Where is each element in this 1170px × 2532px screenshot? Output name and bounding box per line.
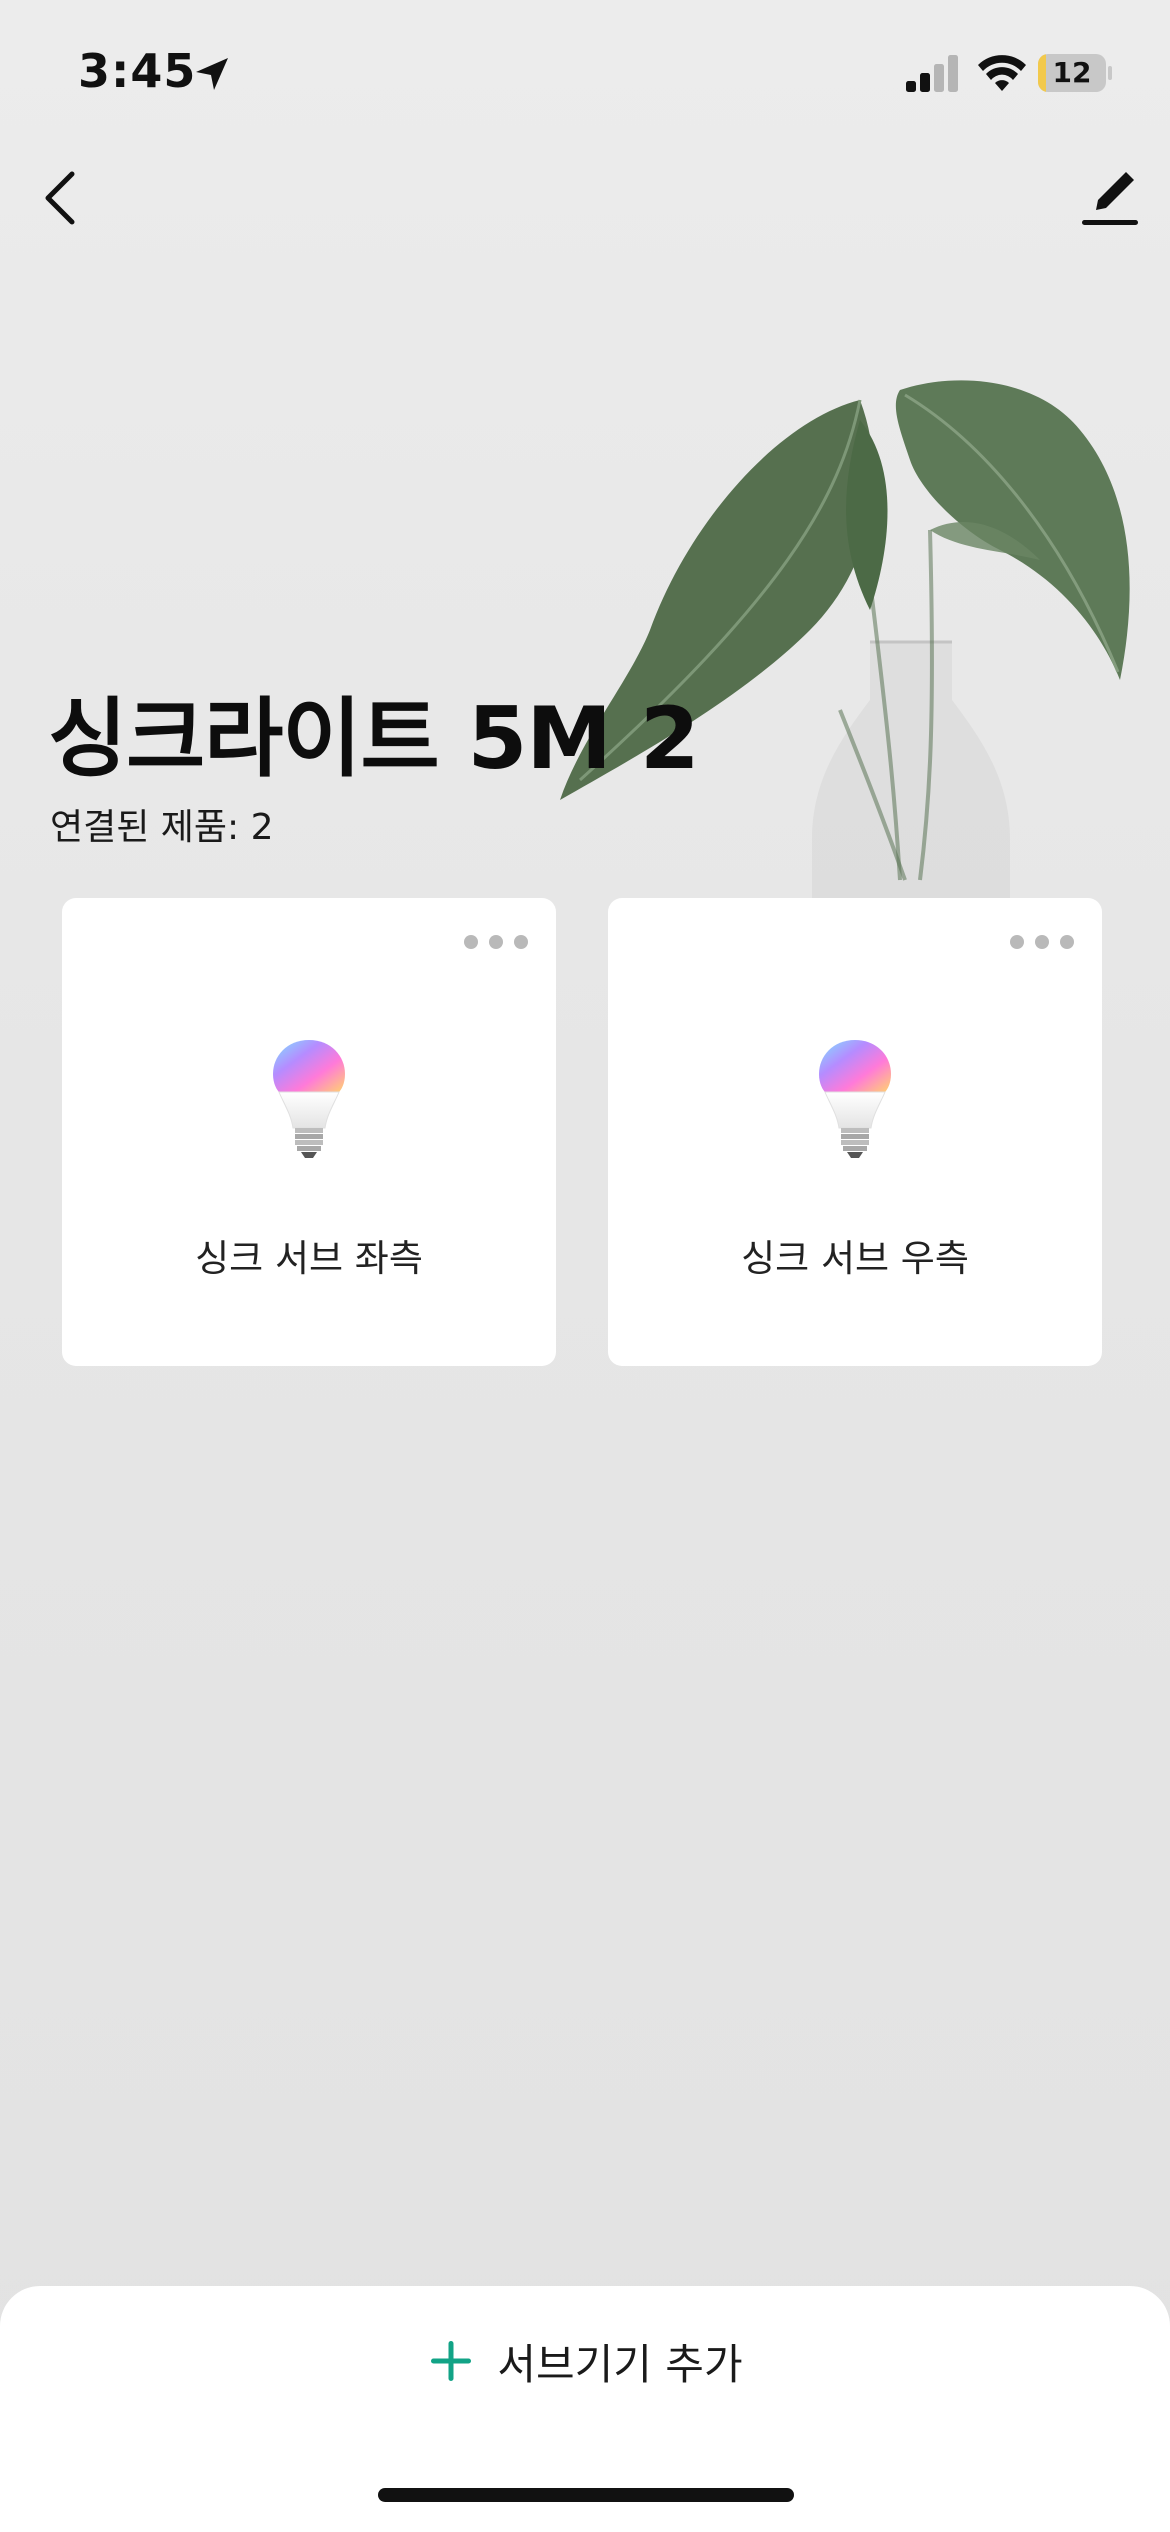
status-bar: 3:45 12 — [0, 0, 1170, 150]
battery-indicator: 12 — [1038, 54, 1112, 94]
plus-icon — [431, 2341, 472, 2381]
battery-body: 12 — [1038, 54, 1106, 92]
device-name: 싱크 서브 우측 — [741, 1237, 969, 1280]
battery-level: 12 — [1052, 56, 1092, 89]
add-subdevice-label: 서브기기 추가 — [497, 2339, 743, 2389]
device-card[interactable]: 싱크 서브 우측 — [608, 898, 1102, 1366]
status-time: 3:45 — [78, 44, 197, 98]
wifi-icon — [978, 55, 1026, 91]
location-arrow-icon — [196, 58, 228, 90]
pencil-icon — [1082, 172, 1138, 225]
rgb-bulb-icon — [273, 1040, 345, 1158]
plant-background-image — [560, 380, 1130, 900]
chevron-left-icon — [45, 171, 75, 225]
add-subdevice-button[interactable]: 서브기기 추가 — [0, 2286, 1170, 2436]
cellular-signal-icon — [906, 55, 958, 92]
back-button[interactable] — [30, 160, 94, 232]
rgb-bulb-icon — [819, 1040, 891, 1158]
home-indicator — [378, 2488, 794, 2502]
edit-button[interactable] — [1074, 160, 1146, 232]
group-title: 싱크라이트 5M 2 — [48, 689, 700, 789]
more-options-icon[interactable] — [1010, 928, 1074, 956]
connected-products-count: 연결된 제품: 2 — [50, 807, 274, 848]
device-card[interactable]: 싱크 서브 좌측 — [62, 898, 556, 1366]
battery-tip — [1108, 66, 1112, 80]
device-name: 싱크 서브 좌측 — [195, 1237, 423, 1280]
more-options-icon[interactable] — [464, 928, 528, 956]
